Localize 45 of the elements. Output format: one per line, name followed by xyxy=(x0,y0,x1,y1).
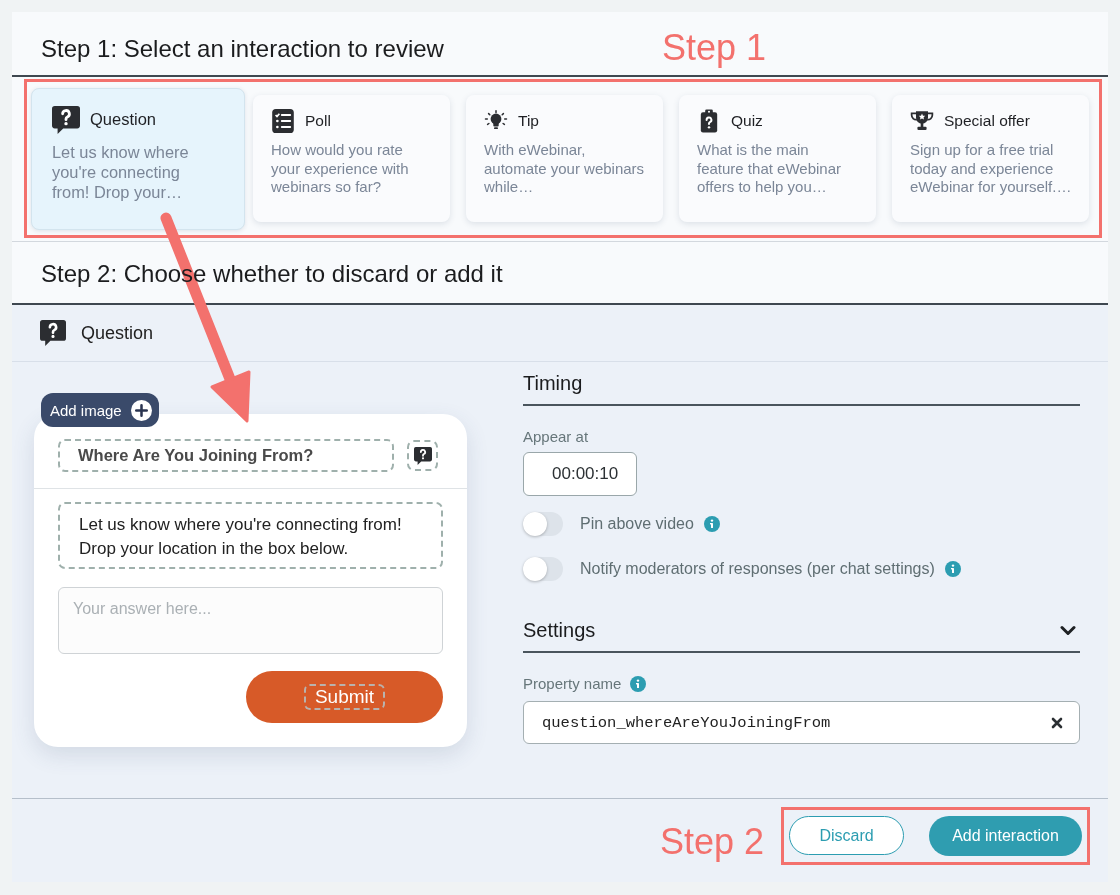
card-title: Quiz xyxy=(731,112,763,130)
info-icon[interactable] xyxy=(630,676,647,692)
question-bubble-icon xyxy=(40,320,66,346)
card-title: Poll xyxy=(305,112,331,130)
callout-label: Step 1 xyxy=(661,28,766,68)
card-preview-text: With eWebinar, automate your webinars while… xyxy=(484,141,646,197)
interaction-card[interactable]: Special offer Sign up for a free trial today and experience eWebinar for yourself.… xyxy=(892,95,1089,222)
callout-label: Step 2 xyxy=(659,821,764,862)
section-heading: Settings xyxy=(523,618,596,643)
interaction-card[interactable]: Quiz What is the main feature that eWebinar offers to help you… xyxy=(679,95,876,222)
question-title-field[interactable]: Where Are You Joining From? xyxy=(58,439,394,472)
interaction-card[interactable]: Poll How would you rate your experience with webinars so far? xyxy=(253,95,450,222)
property-name-field[interactable]: question_whereAreYouJoiningFrom xyxy=(523,701,1080,744)
section-heading: Timing xyxy=(523,371,583,396)
interaction-type-label: Question xyxy=(81,322,154,344)
field-label: Appear at xyxy=(523,428,589,446)
info-icon[interactable] xyxy=(944,561,961,577)
description-field[interactable]: Let us know where you're connecting from! Drop your location in the box below. xyxy=(58,502,443,569)
interaction-card[interactable]: Question Let us know where you're connecting from! Drop your… xyxy=(31,87,245,230)
toggle-label: Pin above video xyxy=(580,515,694,533)
icon-picker-button[interactable] xyxy=(407,440,438,471)
card-title: Tip xyxy=(518,112,539,130)
field-label: Property name xyxy=(523,675,622,693)
toggle-switch[interactable] xyxy=(523,557,563,581)
card-preview-text: Let us know where you're connecting from! Drop your… xyxy=(52,141,190,202)
card-preview-text: What is the main feature that eWebinar offers to help you… xyxy=(697,141,842,197)
toggle-label: Notify moderators of responses (per chat settings) xyxy=(580,560,935,578)
time-field[interactable]: 00:00:10 xyxy=(523,452,637,496)
info-icon[interactable] xyxy=(703,516,720,532)
chevron-down-icon[interactable] xyxy=(1060,624,1076,636)
trophy-icon xyxy=(910,109,934,133)
clear-icon[interactable] xyxy=(1051,716,1063,729)
card-title: Special offer xyxy=(944,112,1030,130)
card-preview-text: Sign up for a free trial today and experience eWebinar for yourself.… xyxy=(910,141,1072,197)
step-title: Step 1: Select an interaction to review xyxy=(41,35,444,63)
question-bubble-icon xyxy=(413,446,432,465)
interaction-card[interactable]: Tip With eWebinar, automate your webinars while… xyxy=(466,95,663,222)
checklist-icon xyxy=(271,109,295,133)
add-image-button[interactable]: Add image xyxy=(41,393,159,427)
submit-button[interactable]: Submit xyxy=(246,671,443,723)
question-bubble-icon xyxy=(52,105,80,134)
plus-circle-icon xyxy=(130,399,152,421)
card-title: Question xyxy=(90,110,157,129)
toggle-switch[interactable] xyxy=(523,512,563,536)
card-preview-text: How would you rate your experience with webinars so far? xyxy=(271,141,410,197)
